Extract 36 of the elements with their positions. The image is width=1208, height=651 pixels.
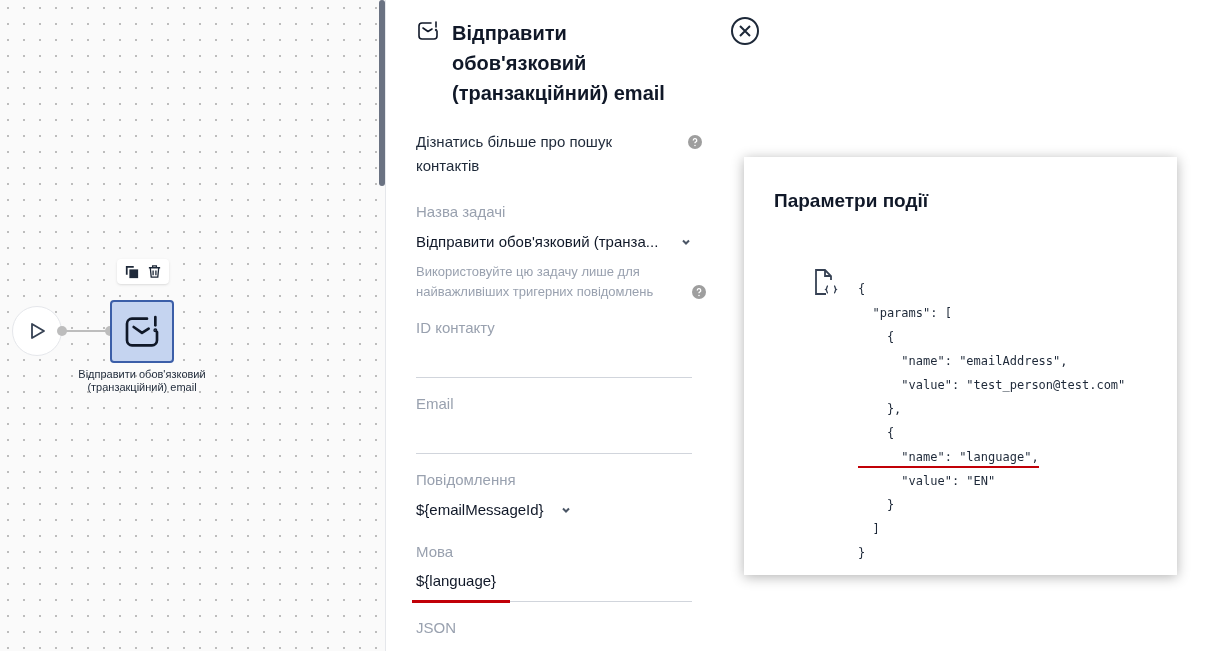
trash-icon[interactable] (146, 264, 162, 279)
code-line: "name": "emailAddress", (900, 352, 1068, 370)
panel-title: Відправити обов'язковий (транзакційний) email (452, 21, 666, 106)
code-line: } (858, 544, 866, 562)
field-label: Назва задачі (416, 202, 507, 222)
code-line: "name": "language", (858, 447, 1039, 468)
email-node[interactable] (110, 300, 174, 363)
hint-text: Використовуйте цю задачу лише для найважливіших тригерних повідомлень (416, 263, 655, 301)
help-icon[interactable] (692, 285, 706, 299)
select-field[interactable]: ${emailMessageId} (416, 494, 572, 526)
scrollbar-thumb[interactable] (379, 0, 385, 186)
select-field[interactable]: Відправити обов'язковий (транза... (416, 226, 692, 258)
copy-icon[interactable] (124, 264, 139, 279)
card-title: Параметри події (774, 190, 929, 211)
mail-alert-icon (416, 19, 440, 43)
code-line: { (858, 280, 866, 298)
code-line: "params": [ (871, 304, 952, 322)
code-line: { (885, 424, 895, 442)
close-button[interactable] (730, 16, 760, 46)
field-label: Мова (416, 542, 455, 562)
code-line: }, (885, 400, 902, 418)
code-line: { (885, 328, 895, 346)
input-field[interactable]: ${language} (416, 562, 692, 602)
code-line: } (885, 496, 895, 514)
help-link[interactable]: Дізнатись більше про пошук контактів (416, 130, 646, 178)
code-line: "value": "test_person@test.com" (900, 376, 1126, 394)
field-label: Email (416, 394, 455, 414)
json-file-icon (814, 267, 838, 296)
code-line: "value": "EN" (900, 472, 996, 490)
field-label: Повідомлення (416, 470, 517, 490)
code-line: ] (871, 520, 880, 538)
start-node[interactable] (12, 306, 62, 356)
help-icon[interactable] (688, 135, 702, 149)
field-label: ID контакту (416, 318, 496, 338)
field-label: JSON (416, 618, 457, 638)
node-label: Відправити обов'язковий (транзакційний) email (77, 368, 207, 394)
